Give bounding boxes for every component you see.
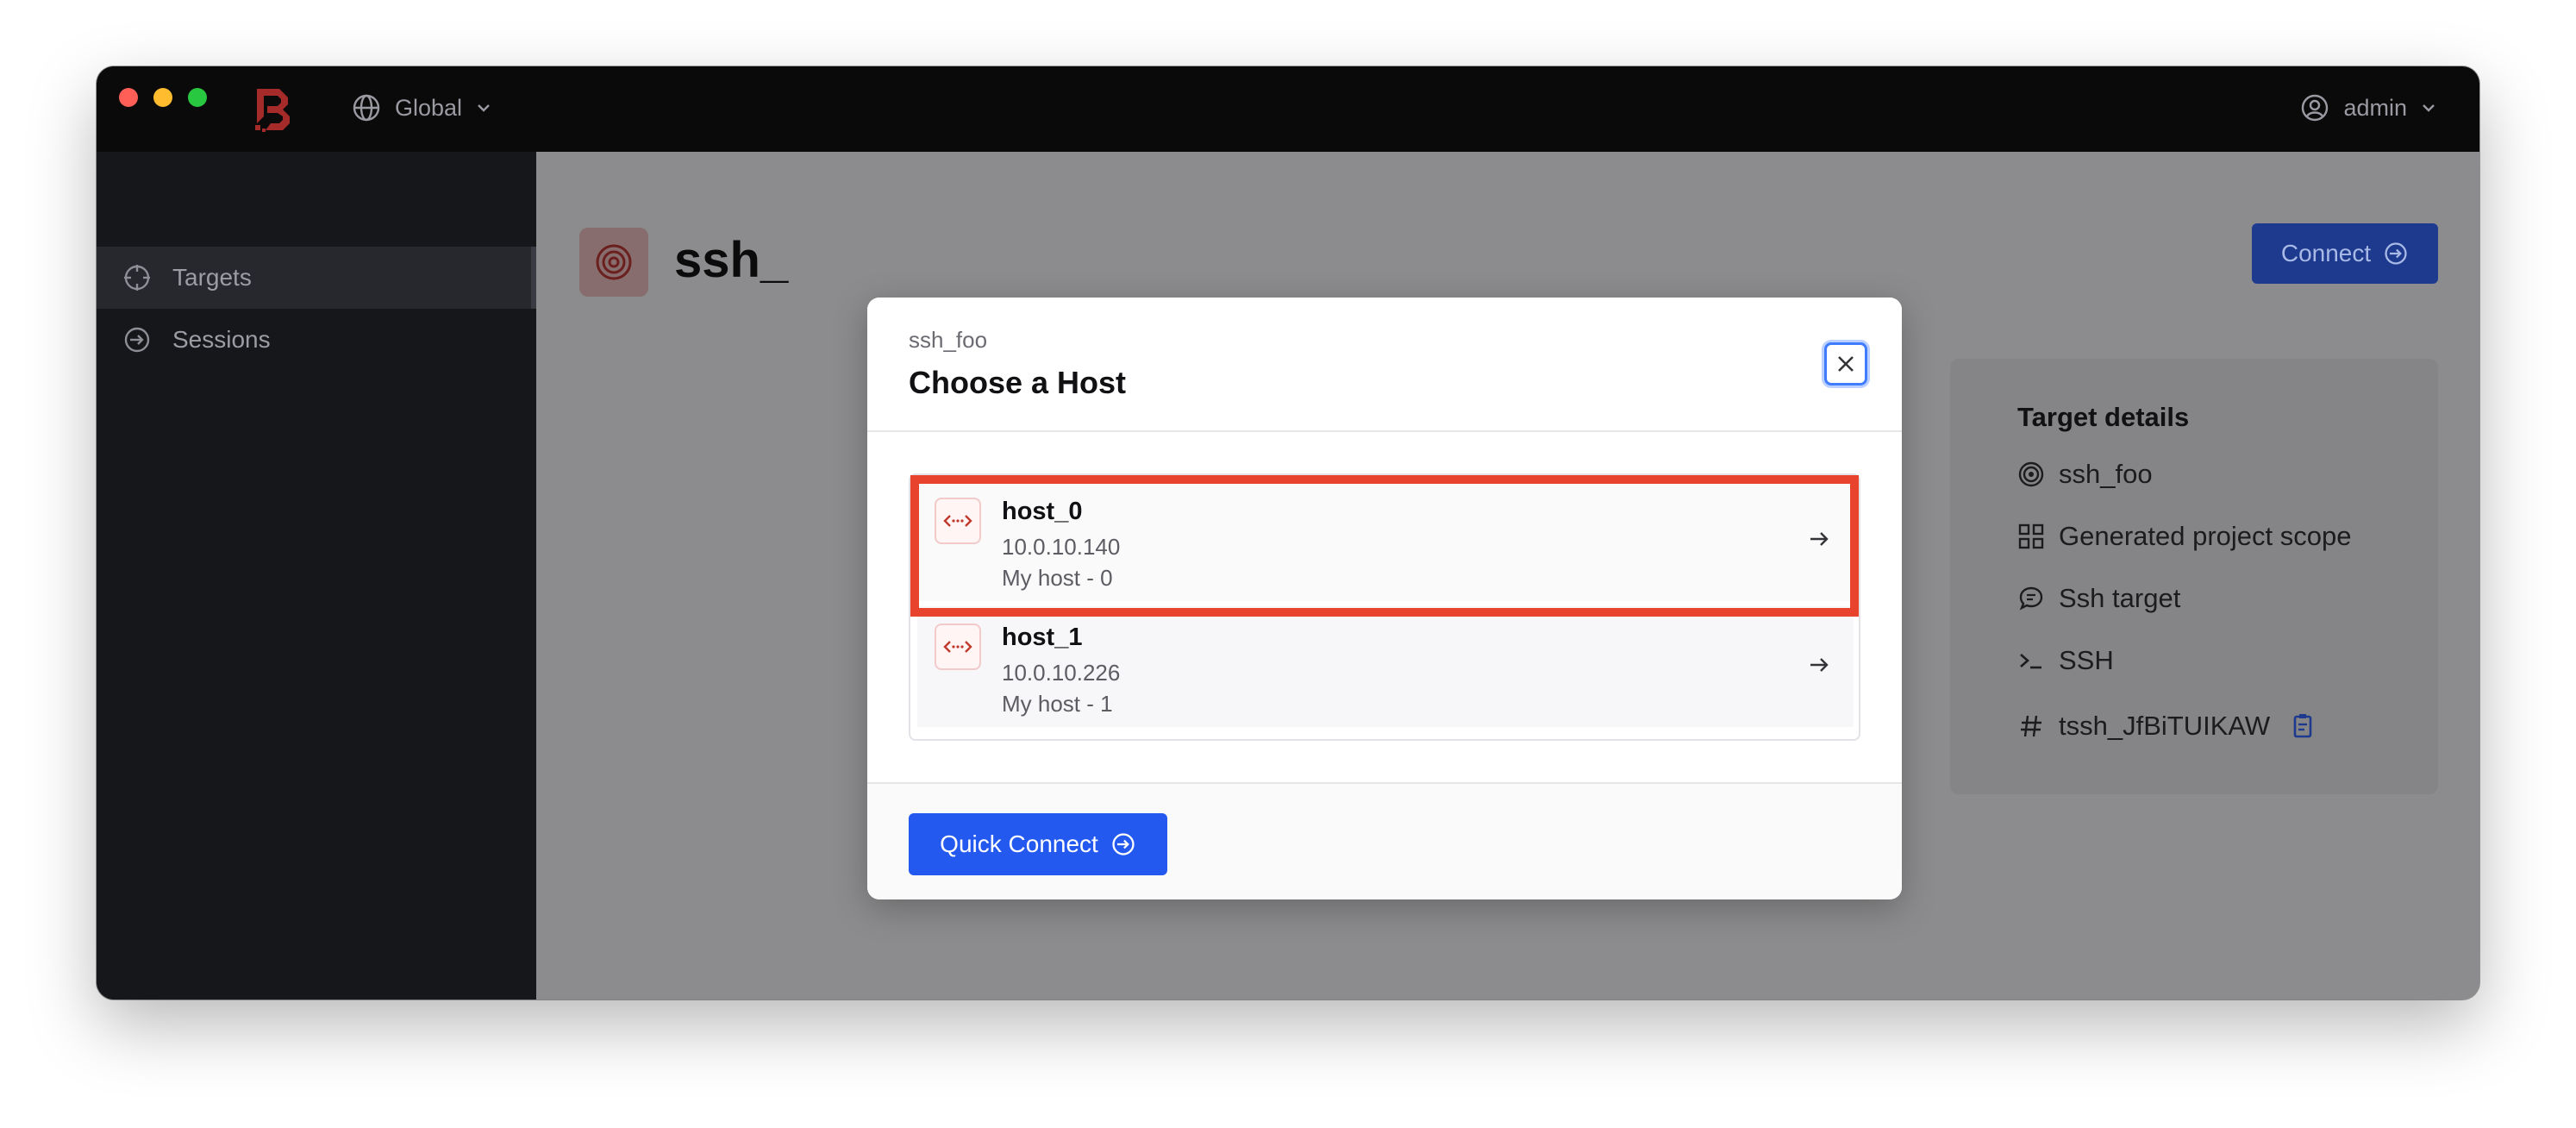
detail-text: Ssh target bbox=[2059, 583, 2181, 613]
details-title: Target details bbox=[2017, 402, 2190, 432]
arrow-right-icon bbox=[1805, 525, 1833, 553]
host-list: host_0 10.0.10.140 My host - 0 host_1 10… bbox=[909, 473, 1860, 741]
detail-row-id: tssh_JfBiTUIKAW bbox=[2017, 711, 2317, 742]
host-description: My host - 0 bbox=[1002, 565, 1113, 591]
sign-in-icon bbox=[2385, 242, 2407, 265]
detail-row-type: Ssh target bbox=[2017, 583, 2180, 614]
host-list-item[interactable]: host_1 10.0.10.226 My host - 1 bbox=[917, 606, 1854, 727]
host-description: My host - 1 bbox=[1002, 691, 1113, 717]
detail-text: SSH bbox=[2059, 645, 2114, 675]
crosshair-icon bbox=[122, 263, 152, 292]
detail-row-scope: Generated project scope bbox=[2017, 521, 2352, 552]
sign-in-icon bbox=[122, 325, 152, 354]
dialog-subtitle: ssh_foo bbox=[909, 327, 988, 353]
chevron-down-icon bbox=[478, 104, 490, 112]
sidebar-item-sessions[interactable]: Sessions bbox=[97, 309, 536, 371]
host-icon bbox=[935, 498, 981, 544]
close-icon bbox=[1838, 356, 1854, 372]
user-menu[interactable]: admin bbox=[2300, 91, 2436, 125]
boundary-logo-icon bbox=[255, 89, 290, 132]
target-icon bbox=[2017, 461, 2045, 488]
title-bar: Global admin bbox=[97, 66, 2479, 152]
hash-icon bbox=[2017, 712, 2045, 740]
terminal-icon bbox=[2017, 647, 2045, 674]
detail-text: tssh_JfBiTUIKAW bbox=[2059, 711, 2271, 741]
detail-row-name: ssh_foo bbox=[2017, 459, 2153, 490]
choose-host-dialog: ssh_foo Choose a Host host_0 10.0.10.140… bbox=[867, 298, 1902, 899]
user-label: admin bbox=[2343, 94, 2407, 121]
minimize-window-button[interactable] bbox=[153, 88, 172, 107]
page-title: ssh_ bbox=[674, 232, 789, 288]
grid-icon bbox=[2017, 523, 2045, 550]
dialog-footer: Quick Connect bbox=[867, 782, 1902, 899]
sidebar-item-label: Targets bbox=[172, 264, 252, 291]
connect-label: Connect bbox=[2280, 240, 2372, 266]
scope-label: Global bbox=[395, 94, 463, 121]
scope-selector[interactable]: Global bbox=[352, 91, 491, 125]
host-name: host_0 bbox=[1002, 498, 1083, 525]
quick-connect-label: Quick Connect bbox=[940, 830, 1098, 857]
target-icon bbox=[579, 228, 648, 297]
host-name: host_1 bbox=[1002, 624, 1083, 651]
dialog-title: Choose a Host bbox=[909, 365, 1127, 400]
chevron-down-icon bbox=[2423, 104, 2435, 112]
arrow-right-icon bbox=[1805, 651, 1833, 679]
globe-icon bbox=[353, 94, 380, 122]
close-window-button[interactable] bbox=[119, 88, 138, 107]
detail-text: ssh_foo bbox=[2059, 459, 2153, 489]
target-details-panel: Target details ssh_foo Generated project… bbox=[1950, 359, 2438, 794]
close-dialog-button[interactable] bbox=[1824, 342, 1867, 385]
app-window: Global admin Targets Sessions ssh_ Conne… bbox=[97, 66, 2479, 1000]
host-icon bbox=[935, 624, 981, 670]
sidebar-item-targets[interactable]: Targets bbox=[97, 247, 536, 309]
user-avatar-icon bbox=[2302, 94, 2329, 122]
detail-row-protocol: SSH bbox=[2017, 645, 2114, 676]
host-list-item[interactable]: host_0 10.0.10.140 My host - 0 bbox=[917, 480, 1854, 601]
host-ip: 10.0.10.226 bbox=[1002, 660, 1121, 686]
connect-button[interactable]: Connect bbox=[2252, 223, 2438, 284]
host-ip: 10.0.10.140 bbox=[1002, 534, 1121, 560]
quick-connect-button[interactable]: Quick Connect bbox=[909, 813, 1167, 875]
detail-text: Generated project scope bbox=[2059, 521, 2352, 551]
dialog-header: ssh_foo Choose a Host bbox=[867, 298, 1902, 432]
sidebar-item-label: Sessions bbox=[172, 326, 271, 353]
sign-in-icon bbox=[1112, 833, 1135, 855]
copy-icon[interactable] bbox=[2289, 712, 2317, 740]
maximize-window-button[interactable] bbox=[188, 88, 207, 107]
chat-icon bbox=[2017, 585, 2045, 612]
sidebar: Targets Sessions bbox=[97, 152, 536, 1000]
